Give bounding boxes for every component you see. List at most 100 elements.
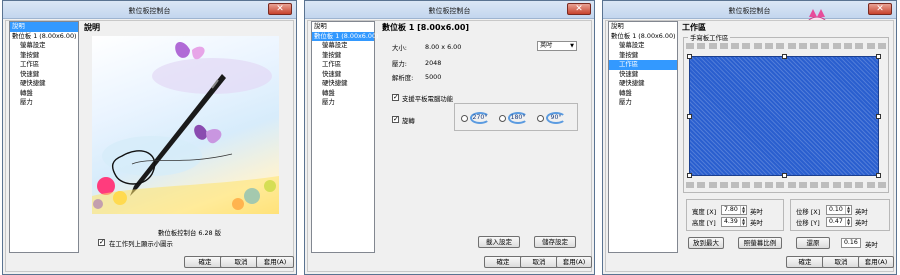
nav-item-workarea[interactable]: 工作區 xyxy=(609,60,677,70)
rotate-90-icon: 90° xyxy=(546,112,566,124)
panel-title: 工作區 xyxy=(682,23,706,32)
rotate-checkbox[interactable]: ✓ xyxy=(392,116,399,123)
nav-item-dial[interactable]: 轉盤 xyxy=(10,89,78,99)
nav-item-pen-buttons[interactable]: 筆按鍵 xyxy=(10,51,78,61)
reset-button[interactable]: 還原 xyxy=(796,237,830,249)
nav-item-tablet[interactable]: 數位板 1 (8.00x6.00) xyxy=(609,32,677,42)
nav-item-hotkeys[interactable]: 快速鍵 xyxy=(609,70,677,80)
title-bar[interactable]: 數位板控制台 ✕ xyxy=(305,1,594,19)
rotate-label: 旋轉 xyxy=(402,117,415,125)
cancel-button[interactable]: 取消 xyxy=(822,256,860,268)
tablet-workarea-label: 手寫板工作區 xyxy=(688,33,731,42)
unit-select-value: 英吋 xyxy=(540,42,553,49)
title-bar[interactable]: 數位板控制台 ✕ xyxy=(3,1,296,19)
nav-item-hard-hotkeys[interactable]: 硬快捷鍵 xyxy=(609,79,677,89)
nav-item-help[interactable]: 說明 xyxy=(312,22,374,32)
control-panel-window-tablet: 數位板控制台 ✕ 說明 數位板 1 (8.00x6.00) 螢幕設定 筆按鍵 工… xyxy=(304,0,595,275)
nav-tree[interactable]: 說明 數位板 1 (8.00x6.00) 螢幕設定 筆按鍵 工作區 快速鍵 硬快… xyxy=(608,21,678,253)
nav-item-screen[interactable]: 螢幕設定 xyxy=(10,41,78,51)
nav-item-hotkeys[interactable]: 快速鍵 xyxy=(312,70,374,80)
rotate-270-icon: 270° xyxy=(470,112,490,124)
ok-button[interactable]: 確定 xyxy=(786,256,824,268)
nav-item-pressure[interactable]: 壓力 xyxy=(10,98,78,108)
window-title: 數位板控制台 xyxy=(428,7,471,15)
ok-button[interactable]: 確定 xyxy=(484,256,522,268)
nav-item-help[interactable]: 說明 xyxy=(10,22,78,32)
height-field[interactable]: 4.39 ▲ ▼ xyxy=(721,217,747,227)
nav-item-hotkeys[interactable]: 快速鍵 xyxy=(10,70,78,80)
tablet-pc-label: 支援平板電腦功能 xyxy=(402,95,454,103)
width-value: 7.80 xyxy=(724,206,738,213)
nav-item-pen-buttons[interactable]: 筆按鍵 xyxy=(609,51,677,61)
nav-item-workarea[interactable]: 工作區 xyxy=(10,60,78,70)
resize-handle[interactable] xyxy=(876,114,881,119)
apply-button[interactable]: 套用(A) xyxy=(556,256,592,268)
close-button[interactable]: ✕ xyxy=(268,3,292,15)
offset-x-field[interactable]: 0.10 ▲ ▼ xyxy=(826,205,852,215)
step-value: 0.16 xyxy=(844,239,858,246)
offset-x-stepper[interactable]: ▲ ▼ xyxy=(845,206,851,214)
control-panel-window-help: 數位板控制台 ✕ 說明 數位板 1 (8.00x6.00) 螢幕設定 筆按鍵 工… xyxy=(2,0,297,275)
load-settings-button[interactable]: 載入設定 xyxy=(478,236,520,248)
offset-y-value: 0.47 xyxy=(829,218,843,225)
rotate-180-icon: 180° xyxy=(508,112,528,124)
nav-item-pressure[interactable]: 壓力 xyxy=(312,98,374,108)
nav-item-pressure[interactable]: 壓力 xyxy=(609,98,677,108)
rotate-90-radio[interactable] xyxy=(537,115,544,122)
nav-item-workarea[interactable]: 工作區 xyxy=(312,60,374,70)
nav-tree[interactable]: 說明 數位板 1 (8.00x6.00) 螢幕設定 筆按鍵 工作區 快速鍵 硬快… xyxy=(311,21,379,253)
screen-ratio-button[interactable]: 照螢幕比例 xyxy=(738,237,782,249)
window-title: 數位板控制台 xyxy=(128,7,171,15)
rotation-group: 270° 180° 90° xyxy=(454,103,578,131)
nav-item-tablet[interactable]: 數位板 1 (8.00x6.00) xyxy=(10,32,78,42)
close-button[interactable]: ✕ xyxy=(567,3,591,15)
pen-artwork-svg xyxy=(92,41,279,214)
pressure-label: 壓力: xyxy=(392,60,407,68)
rotate-180-radio[interactable] xyxy=(499,115,506,122)
pressure-value: 2048 xyxy=(425,59,442,67)
resize-handle[interactable] xyxy=(687,54,692,59)
resize-handle[interactable] xyxy=(876,173,881,178)
workarea-rectangle[interactable] xyxy=(687,54,881,178)
nav-item-hard-hotkeys[interactable]: 硬快捷鍵 xyxy=(10,79,78,89)
nav-item-hard-hotkeys[interactable]: 硬快捷鍵 xyxy=(312,79,374,89)
resize-handle[interactable] xyxy=(782,54,787,59)
apply-button[interactable]: 套用(A) xyxy=(858,256,894,268)
height-label: 高度 [Y] xyxy=(692,219,716,227)
nav-item-dial[interactable]: 轉盤 xyxy=(312,89,374,99)
rotate-270-radio[interactable] xyxy=(461,115,468,122)
control-panel-window-workarea: 數位板控制台 ✕ two013 說明 數位板 1 (8.00x6.00) 螢幕設… xyxy=(602,0,897,275)
tablet-pc-checkbox[interactable]: ✓ xyxy=(392,94,399,101)
chevron-down-icon: ▼ xyxy=(570,43,574,49)
version-text: 數位板控制台 6.28 版 xyxy=(158,229,222,237)
nav-item-help[interactable]: 說明 xyxy=(609,22,677,32)
save-settings-button[interactable]: 儲存設定 xyxy=(534,236,576,248)
offset-y-stepper[interactable]: ▲ ▼ xyxy=(845,218,851,226)
maximize-button[interactable]: 放到最大 xyxy=(688,237,724,249)
tray-icon-checkbox[interactable]: ✓ xyxy=(98,239,105,246)
tablet-workarea-group: 手寫板工作區 xyxy=(683,33,889,193)
bottom-hotkey-strip xyxy=(686,182,886,188)
panel-title: 數位板 1 [8.00x6.00] xyxy=(382,23,470,32)
nav-item-tablet[interactable]: 數位板 1 (8.00x6.00) xyxy=(312,31,379,41)
dialog-content: 說明 數位板 1 (8.00x6.00) 螢幕設定 筆按鍵 工作區 快速鍵 硬快… xyxy=(307,20,592,272)
nav-item-screen[interactable]: 螢幕設定 xyxy=(609,41,677,51)
width-field[interactable]: 7.80 ▲ ▼ xyxy=(721,205,747,215)
cancel-button[interactable]: 取消 xyxy=(520,256,558,268)
offset-x-unit: 英吋 xyxy=(855,208,868,216)
width-stepper[interactable]: ▲ ▼ xyxy=(740,206,746,214)
butterfly-bottom-icon xyxy=(194,124,208,140)
offset-y-field[interactable]: 0.47 ▲ ▼ xyxy=(826,217,852,227)
resize-handle[interactable] xyxy=(782,173,787,178)
unit-select[interactable]: 英吋 ▼ xyxy=(537,41,577,51)
resize-handle[interactable] xyxy=(876,54,881,59)
resize-handle[interactable] xyxy=(687,173,692,178)
height-stepper[interactable]: ▲ ▼ xyxy=(740,218,746,226)
nav-item-pen-buttons[interactable]: 筆按鍵 xyxy=(312,51,374,61)
resize-handle[interactable] xyxy=(687,114,692,119)
apply-button[interactable]: 套用(A) xyxy=(256,256,294,268)
nav-item-dial[interactable]: 轉盤 xyxy=(609,89,677,99)
step-field[interactable]: 0.16 xyxy=(841,238,861,248)
nav-tree[interactable]: 說明 數位板 1 (8.00x6.00) 螢幕設定 筆按鍵 工作區 快速鍵 硬快… xyxy=(9,21,79,253)
nav-item-screen[interactable]: 螢幕設定 xyxy=(312,41,374,51)
